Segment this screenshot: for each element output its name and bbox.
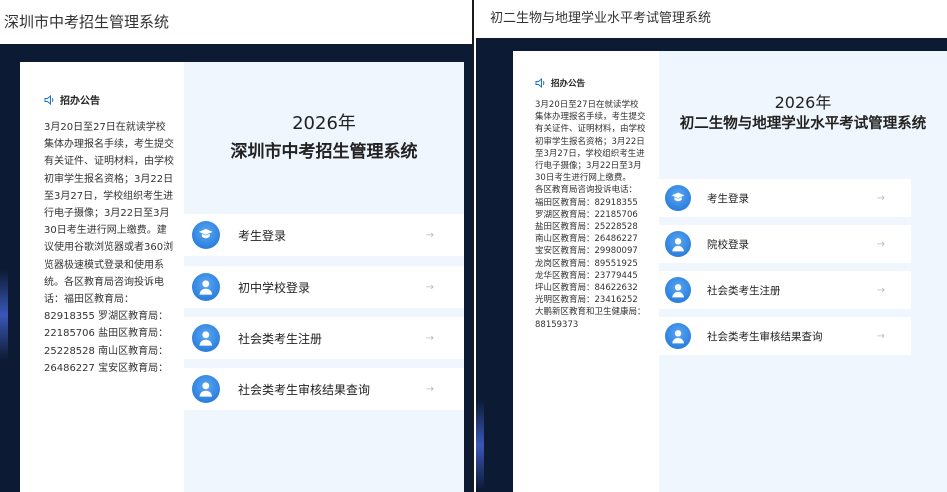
window-title: 初二生物与地理学业水平考试管理系统 xyxy=(476,0,947,38)
menu-label: 院校登录 xyxy=(707,238,749,251)
speaker-icon xyxy=(44,94,56,105)
arrow-right-icon: → xyxy=(425,229,434,241)
system-name: 初二生物与地理学业水平考试管理系统 xyxy=(679,116,927,132)
arrow-right-icon: → xyxy=(876,192,885,204)
menu-item-social-register[interactable]: 社会类考生注册 → xyxy=(184,317,464,359)
arrow-right-icon: → xyxy=(425,383,434,395)
contact-line: 龙岗区教育局：89551925 xyxy=(535,258,638,269)
contact-line: 宝安区教育局：29980097 xyxy=(535,246,638,257)
arrow-right-icon: → xyxy=(876,330,885,342)
contact-line: 盐田区教育局：25228528 xyxy=(535,222,638,233)
menu-label: 社会类考生注册 xyxy=(238,331,323,346)
system-name: 深圳市中考招生管理系统 xyxy=(230,142,418,162)
contact-line: 大鹏新区教育和卫生健康局：88159373 xyxy=(535,307,646,330)
login-area: 2026年 初二生物与地理学业水平考试管理系统 考生登录 → 院校登录 → 社会… xyxy=(659,51,947,492)
login-area: 2026年 深圳市中考招生管理系统 考生登录 → 初中学校登录 → 社会类考生注… xyxy=(184,62,464,492)
menu-item-social-review-query[interactable]: 社会类考生审核结果查询 → xyxy=(184,368,464,410)
notice-heading-text: 招办公告 xyxy=(60,96,100,107)
menu-item-social-register[interactable]: 社会类考生注册 → xyxy=(659,271,911,309)
contact-line: 坪山区教育局：84622632 xyxy=(535,283,638,294)
notice-text: 3月20日至27日在就读学校集体办理报名手续，考生提交有关证件、证明材料，由学校… xyxy=(535,100,646,184)
user-avatar-icon xyxy=(192,324,220,352)
decorative-glow xyxy=(476,400,484,490)
notice-heading: 招办公告 xyxy=(535,77,647,89)
user-avatar-icon xyxy=(665,323,691,349)
arrow-right-icon: → xyxy=(876,284,885,296)
left-window: 深圳市中考招生管理系统 招办公告 3月20日至27日在就读学校集体办理报名手续，… xyxy=(0,0,474,492)
exam-year: 2026年 xyxy=(292,113,356,134)
menu-label: 考生登录 xyxy=(707,192,749,205)
notice-panel: 招办公告 3月20日至27日在就读学校集体办理报名手续，考生提交有关证件、证明材… xyxy=(20,62,184,492)
contact-line: 南山区教育局：26486227 xyxy=(535,234,638,245)
contact-line: 福田区教育局：82918355 xyxy=(535,197,638,208)
graduate-avatar-icon xyxy=(192,221,220,249)
notice-heading-text: 招办公告 xyxy=(551,79,586,89)
menu-label: 考生登录 xyxy=(238,228,287,243)
user-avatar-icon xyxy=(192,273,220,301)
contact-line: 罗湖区教育局：22185706 xyxy=(535,209,638,220)
menu-label: 社会类考生审核结果查询 xyxy=(707,330,823,343)
user-avatar-icon xyxy=(192,375,220,403)
menu-item-student-login[interactable]: 考生登录 → xyxy=(184,214,464,256)
notice-body: 3月20日至27日在就读学校集体办理报名手续，考生提交有关证件、证明材料，由学校… xyxy=(44,122,174,374)
user-avatar-icon xyxy=(665,231,691,257)
notice-heading: 招办公告 xyxy=(44,92,174,107)
arrow-right-icon: → xyxy=(425,332,434,344)
menu-label: 社会类考生注册 xyxy=(707,284,781,297)
decorative-glow xyxy=(0,270,8,360)
exam-year: 2026年 xyxy=(774,93,832,112)
menu-item-social-review-query[interactable]: 社会类考生审核结果查询 → xyxy=(659,317,911,355)
user-avatar-icon xyxy=(665,277,691,303)
right-window: 初二生物与地理学业水平考试管理系统 招办公告 3月20日至27日在就读学校集体办… xyxy=(476,0,947,492)
arrow-right-icon: → xyxy=(876,238,885,250)
window-title: 深圳市中考招生管理系统 xyxy=(0,0,472,44)
contacts-heading: 各区教育局咨询投诉电话： xyxy=(535,185,638,196)
graduate-avatar-icon xyxy=(665,185,691,211)
contact-line: 光明区教育局：23416252 xyxy=(535,295,638,306)
menu-item-school-login[interactable]: 初中学校登录 → xyxy=(184,266,464,308)
menu-item-institution-login[interactable]: 院校登录 → xyxy=(659,225,911,263)
contact-line: 龙华区教育局：23779445 xyxy=(535,270,638,281)
notice-panel: 招办公告 3月20日至27日在就读学校集体办理报名手续，考生提交有关证件、证明材… xyxy=(513,51,659,492)
notice-body: 3月20日至27日在就读学校集体办理报名手续，考生提交有关证件、证明材料，由学校… xyxy=(535,99,647,331)
arrow-right-icon: → xyxy=(425,281,434,293)
menu-label: 社会类考生审核结果查询 xyxy=(238,382,371,397)
menu-item-student-login[interactable]: 考生登录 → xyxy=(659,179,911,217)
menu-label: 初中学校登录 xyxy=(238,280,311,295)
speaker-icon xyxy=(535,78,547,88)
